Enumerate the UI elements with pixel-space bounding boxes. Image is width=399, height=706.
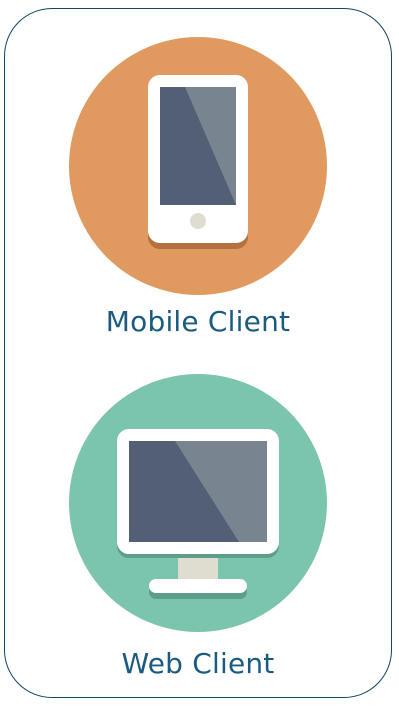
phone-home-button <box>190 213 206 229</box>
monitor-base <box>149 579 247 593</box>
web-client-label: Web Client <box>121 647 275 680</box>
smartphone-icon <box>69 37 327 295</box>
desktop-monitor-icon <box>69 374 327 632</box>
clients-panel: Mobile Client Web Client <box>4 8 392 698</box>
mobile-client-label: Mobile Client <box>105 305 291 338</box>
